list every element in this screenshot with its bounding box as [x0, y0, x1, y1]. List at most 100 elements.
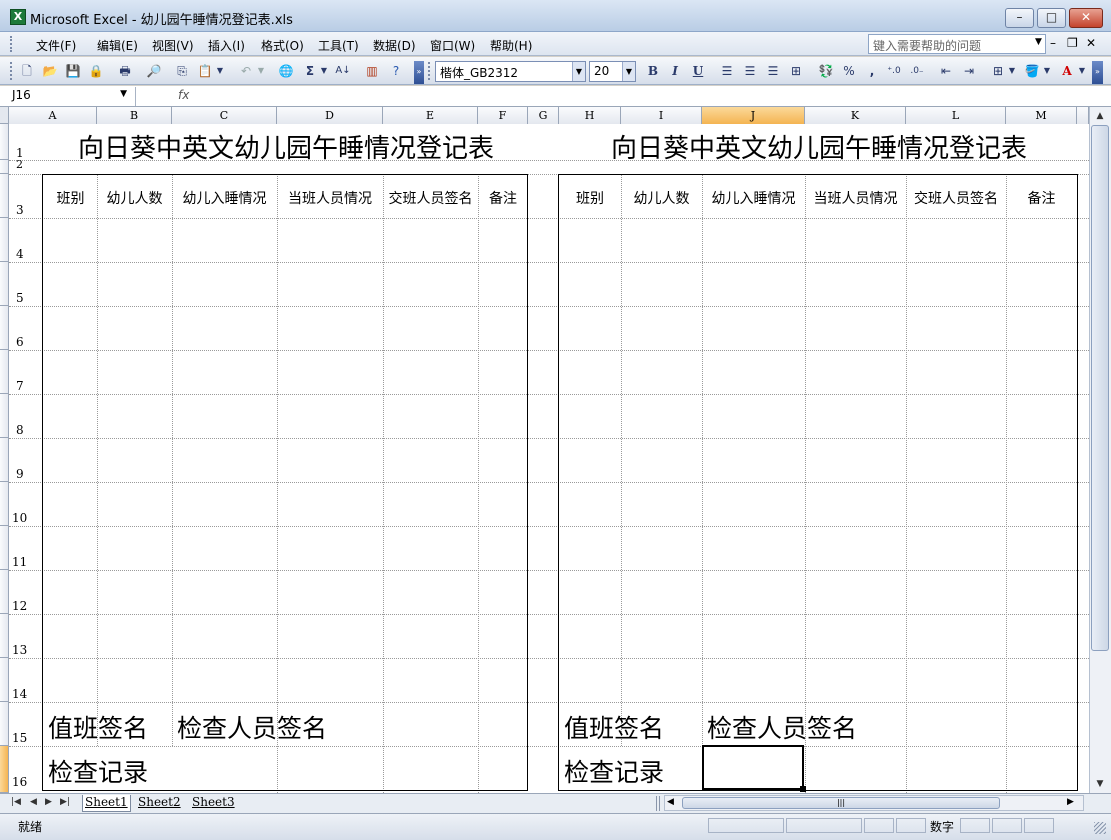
new-file-icon[interactable]: 🗋 [17, 61, 37, 81]
comma-style-button[interactable]: , [862, 61, 882, 81]
fill-color-dropdown-icon[interactable]: ▼ [1041, 61, 1053, 81]
toolbar-grip-2-icon[interactable] [428, 62, 432, 80]
maximize-button[interactable]: □ [1037, 8, 1066, 28]
right-header-class[interactable]: 班别 [559, 188, 621, 208]
right-header-handover-sign[interactable]: 交班人员签名 [906, 188, 1006, 208]
research-icon[interactable]: 🔎 [144, 61, 164, 81]
row-header-16[interactable] [0, 746, 9, 793]
decrease-indent-icon[interactable]: ⇤ [936, 61, 956, 81]
menu-grip-icon[interactable] [10, 36, 14, 52]
menu-help[interactable]: 帮助(H) [490, 37, 532, 54]
col-header-d[interactable]: D [277, 107, 383, 124]
align-left-icon[interactable]: ☰ [717, 61, 737, 81]
font-name-select[interactable]: 楷体_GB2312 ▼ [435, 61, 586, 82]
name-box[interactable]: J16 ▼ [8, 87, 136, 106]
right-header-children-count[interactable]: 幼儿人数 [621, 188, 702, 208]
copy-icon[interactable]: ⎘ [172, 61, 192, 81]
left-duty-sign-label[interactable]: 值班签名 [48, 709, 148, 745]
currency-icon[interactable]: 💱 [816, 61, 836, 81]
sort-ascending-icon[interactable]: A↓ [333, 61, 353, 81]
autosum-dropdown-icon[interactable]: ▼ [318, 61, 330, 81]
increase-decimal-icon[interactable]: ⁺.0 [884, 61, 904, 81]
font-size-dropdown-icon[interactable]: ▼ [622, 62, 635, 81]
borders-icon[interactable]: ⊞ [988, 61, 1008, 81]
right-check-record-label[interactable]: 检查记录 [564, 753, 664, 789]
col-header-l[interactable]: L [906, 107, 1006, 124]
help-dropdown-icon[interactable]: ▼ [1035, 37, 1042, 47]
function-icon[interactable]: fx [178, 88, 189, 102]
sheet-tab-2[interactable]: Sheet2 [136, 795, 183, 812]
left-sheet-title[interactable]: 向日葵中英文幼儿园午睡情况登记表 [44, 128, 528, 165]
col-header-e[interactable]: E [383, 107, 478, 124]
sheet-tab-1[interactable]: Sheet1 [82, 795, 131, 812]
percent-button[interactable]: % [839, 61, 859, 81]
row-header-10[interactable] [0, 482, 9, 526]
row-header-6[interactable] [0, 306, 9, 350]
name-box-dropdown-icon[interactable]: ▼ [120, 89, 127, 99]
permission-icon[interactable]: 🔒 [86, 61, 106, 81]
merge-center-icon[interactable]: ⊞ [786, 61, 806, 81]
help-icon[interactable]: ? [386, 61, 406, 81]
underline-button[interactable]: U [688, 61, 708, 81]
decrease-decimal-icon[interactable]: .0₋ [907, 61, 927, 81]
left-check-record-label[interactable]: 检查记录 [48, 753, 148, 789]
col-header-c[interactable]: C [172, 107, 277, 124]
col-header-i[interactable]: I [621, 107, 702, 124]
left-header-children-count[interactable]: 幼儿人数 [97, 188, 172, 208]
col-header-g[interactable]: G [528, 107, 559, 124]
align-right-icon[interactable]: ☰ [763, 61, 783, 81]
toolbar-options-icon[interactable]: » [414, 61, 424, 84]
font-size-select[interactable]: 20 ▼ [589, 61, 636, 82]
right-header-notes[interactable]: 备注 [1006, 188, 1077, 208]
doc-minimize-button[interactable]: – [1050, 36, 1056, 50]
menu-tools[interactable]: 工具(T) [318, 37, 359, 54]
toolbar-options-2-icon[interactable]: » [1092, 61, 1103, 84]
scroll-up-icon[interactable]: ▲ [1091, 108, 1109, 124]
col-header-j[interactable]: J [702, 107, 805, 124]
row-header-1[interactable] [0, 124, 9, 160]
last-sheet-icon[interactable]: ▶| [60, 797, 70, 807]
row-header-3[interactable] [0, 174, 9, 218]
left-header-sleep-status[interactable]: 幼儿入睡情况 [172, 188, 277, 208]
col-header-m[interactable]: M [1006, 107, 1077, 124]
menu-insert[interactable]: 插入(I) [208, 37, 245, 54]
menu-file[interactable]: 文件(F) [36, 37, 76, 54]
borders-dropdown-icon[interactable]: ▼ [1006, 61, 1018, 81]
fill-handle[interactable] [800, 786, 806, 792]
font-color-dropdown-icon[interactable]: ▼ [1076, 61, 1088, 81]
scroll-down-icon[interactable]: ▼ [1091, 776, 1109, 792]
left-header-handover-sign[interactable]: 交班人员签名 [383, 188, 478, 208]
sheet-tab-3[interactable]: Sheet3 [190, 795, 237, 812]
scroll-right-icon[interactable]: ▶ [1067, 797, 1074, 807]
active-cell-j16[interactable] [702, 745, 804, 790]
col-header-h[interactable]: H [559, 107, 621, 124]
next-sheet-icon[interactable]: ▶ [45, 797, 52, 807]
hyperlink-icon[interactable]: 🌐 [276, 61, 296, 81]
first-sheet-icon[interactable]: |◀ [11, 797, 21, 807]
col-header-a[interactable]: A [9, 107, 97, 124]
menu-data[interactable]: 数据(D) [373, 37, 416, 54]
scroll-left-icon[interactable]: ◀ [667, 797, 674, 807]
resize-grip-icon[interactable] [1094, 822, 1106, 834]
italic-button[interactable]: I [665, 61, 685, 81]
row-header-7[interactable] [0, 350, 9, 394]
row-header-2[interactable] [0, 160, 9, 174]
excel-icon[interactable]: X [10, 9, 26, 25]
right-sheet-title[interactable]: 向日葵中英文幼儿园午睡情况登记表 [560, 128, 1078, 165]
formula-input[interactable] [198, 87, 1111, 106]
menu-window[interactable]: 窗口(W) [430, 37, 475, 54]
right-header-sleep-status[interactable]: 幼儿入睡情况 [702, 188, 805, 208]
minimize-button[interactable]: – [1005, 8, 1034, 28]
font-color-icon[interactable]: A [1057, 61, 1077, 81]
autosum-icon[interactable]: Σ [300, 61, 320, 81]
open-folder-icon[interactable]: 📂 [40, 61, 60, 81]
bold-button[interactable]: B [643, 61, 663, 81]
doc-restore-button[interactable]: ❐ [1067, 36, 1078, 50]
col-header-f[interactable]: F [478, 107, 528, 124]
row-header-12[interactable] [0, 570, 9, 614]
close-button[interactable]: ✕ [1069, 8, 1103, 28]
align-center-icon[interactable]: ☰ [740, 61, 760, 81]
increase-indent-icon[interactable]: ⇥ [959, 61, 979, 81]
col-header-k[interactable]: K [805, 107, 906, 124]
left-header-on-duty-staff[interactable]: 当班人员情况 [277, 188, 383, 208]
